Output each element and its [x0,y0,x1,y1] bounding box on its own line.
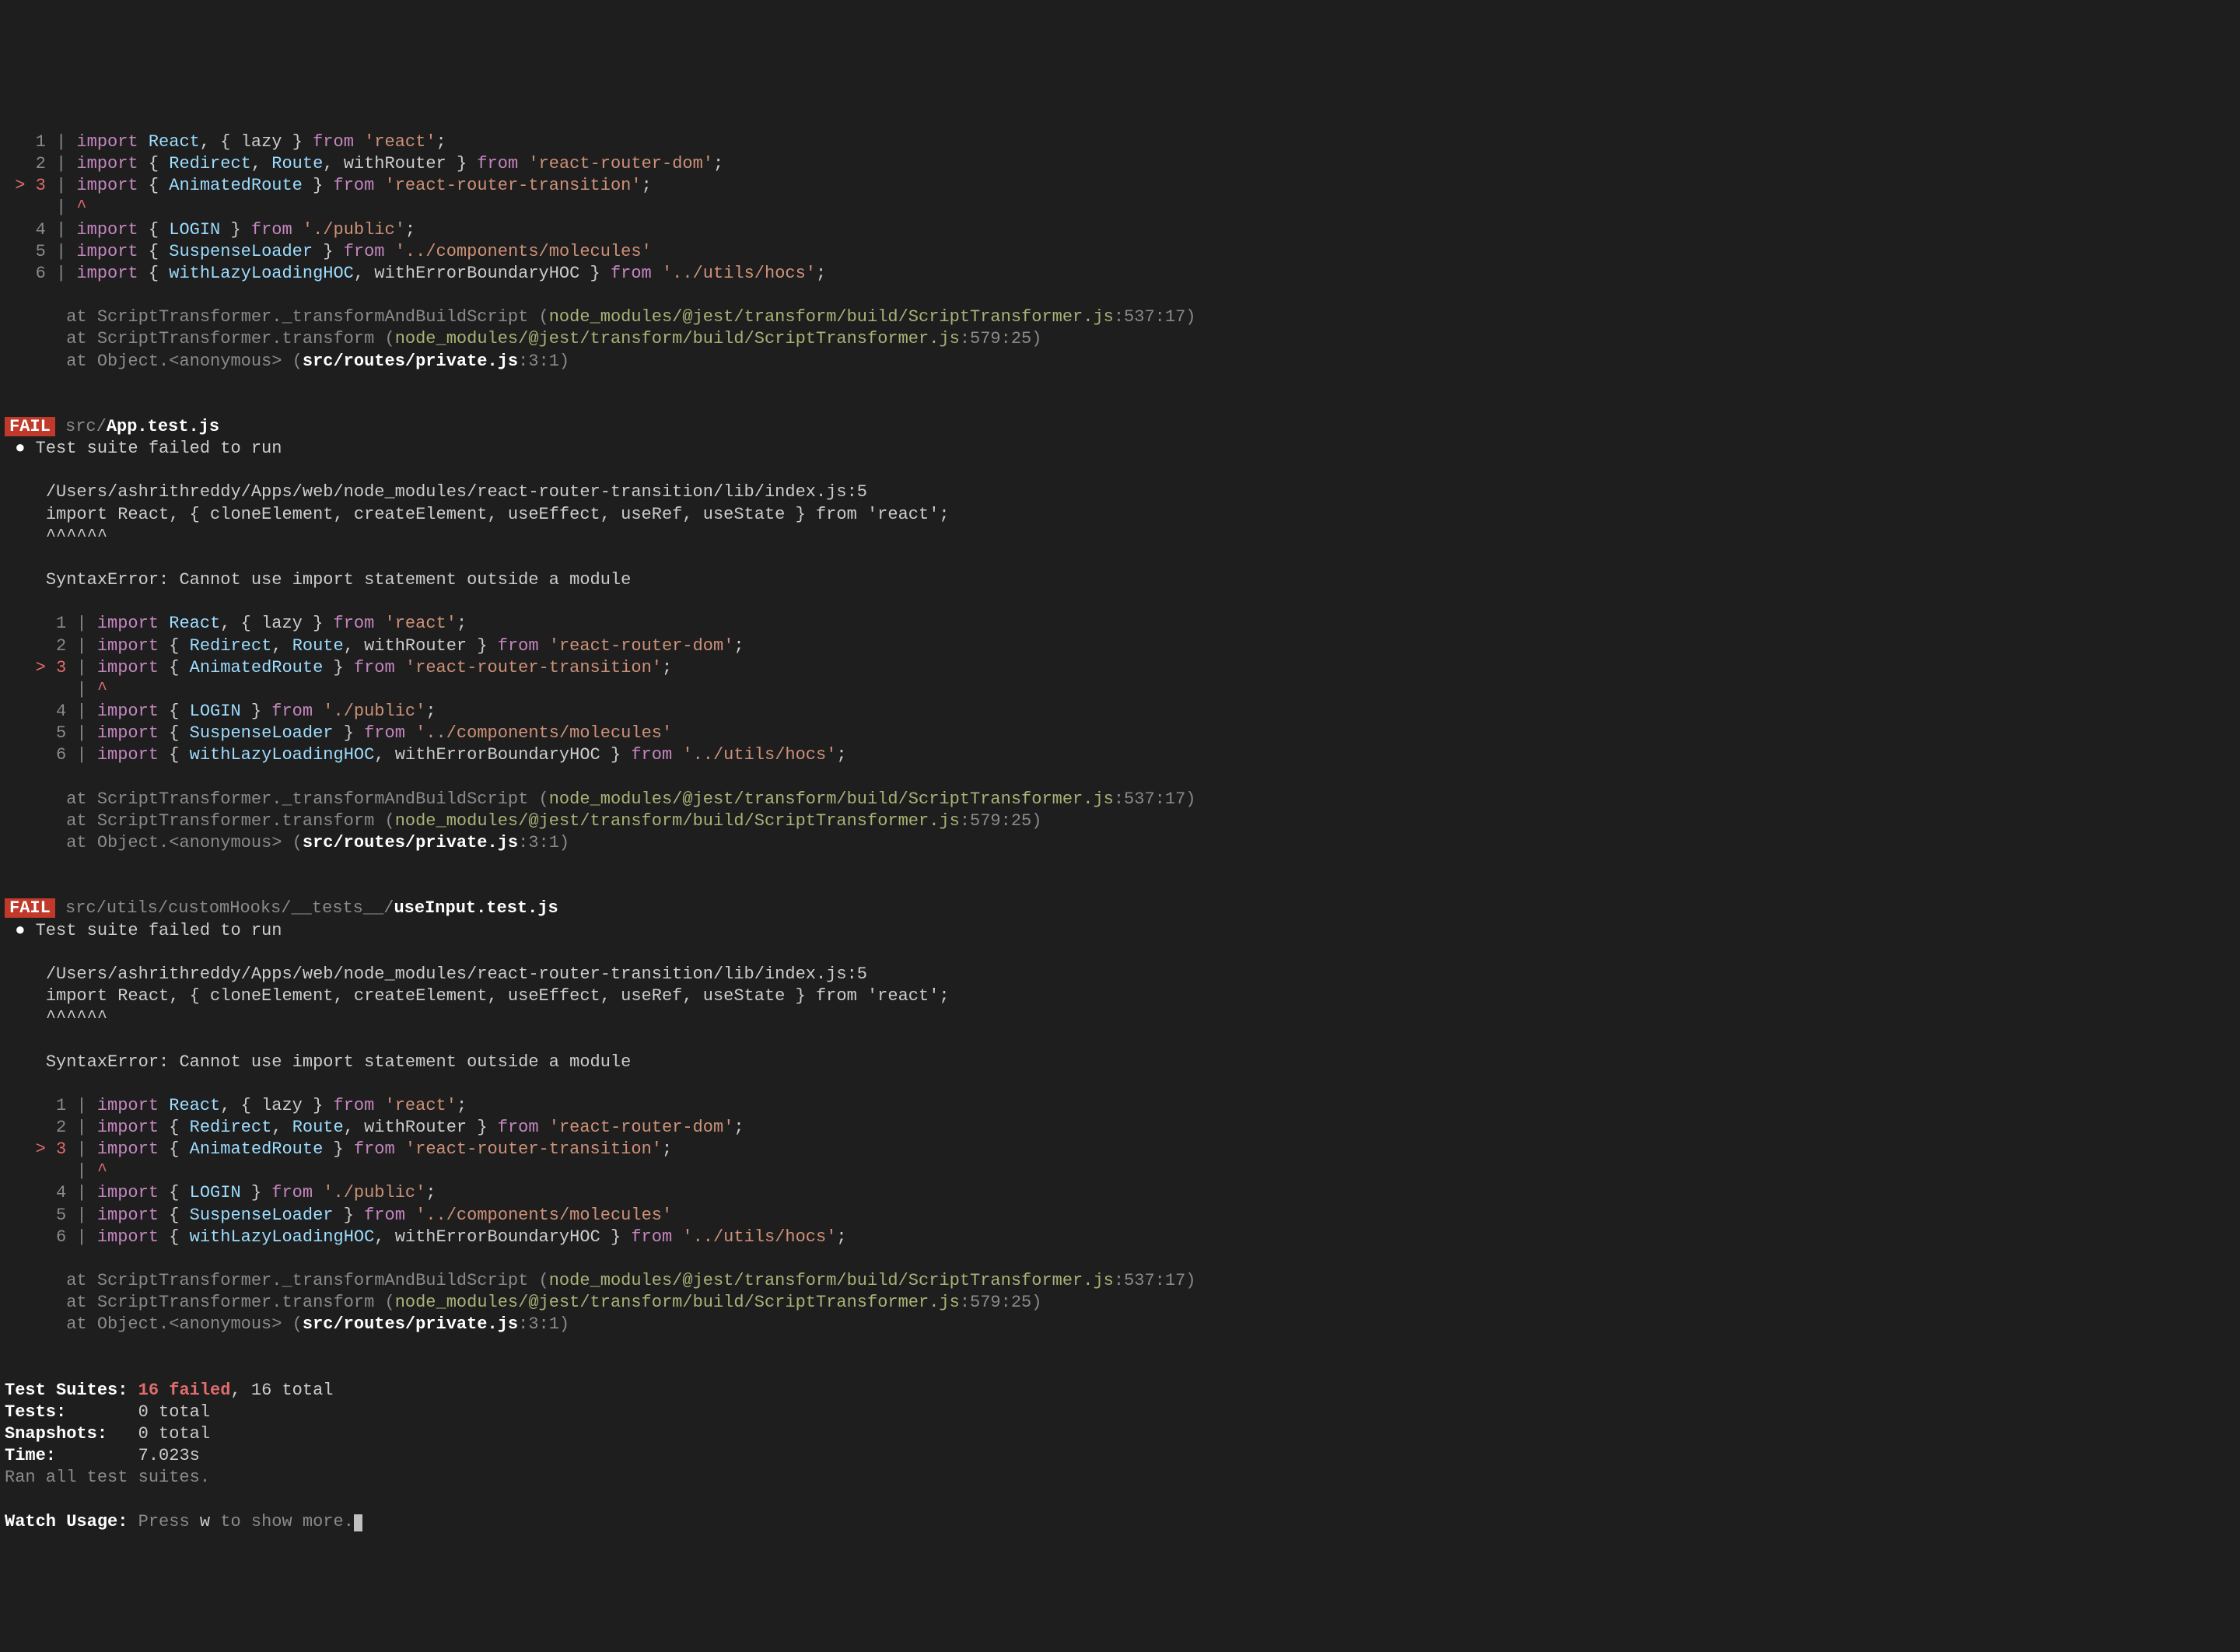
cursor-icon [354,1514,362,1531]
caret-line: | ^ [5,680,107,699]
caret-line: | ^ [5,198,87,217]
stack-line: at Object.<anonymous> (src/routes/privat… [5,833,569,852]
fail-header: FAIL src/utils/customHooks/__tests__/use… [5,898,558,918]
stack-line: at Object.<anonymous> (src/routes/privat… [5,1314,569,1334]
code-line: 5 | import { SuspenseLoader } from '../c… [5,723,672,743]
terminal-output: 1 | import React, { lazy } from 'react';… [5,88,2235,1533]
summary-snapshots: Snapshots: 0 total [5,1424,210,1444]
code-line-error: > 3 | import { AnimatedRoute } from 'rea… [5,176,652,195]
code-line: 1 | import React, { lazy } from 'react'; [5,614,467,633]
watch-usage[interactable]: Watch Usage: Press w to show more. [5,1512,362,1531]
code-line: 5 | import { SuspenseLoader } from '../c… [5,242,652,261]
caret-line: | ^ [5,1161,107,1181]
code-line: 4 | import { LOGIN } from './public'; [5,1183,436,1202]
stack-line: at ScriptTransformer.transform (node_mod… [5,329,1041,348]
error-import: import React, { cloneElement, createElem… [5,986,950,1006]
code-line: 6 | import { withLazyLoadingHOC, withErr… [5,1227,847,1247]
code-line-error: > 3 | import { AnimatedRoute } from 'rea… [5,1139,672,1159]
error-path: /Users/ashrithreddy/Apps/web/node_module… [5,482,867,502]
summary-suites: Test Suites: 16 failed, 16 total [5,1381,334,1400]
stack-line: at Object.<anonymous> (src/routes/privat… [5,352,569,371]
code-line: 6 | import { withLazyLoadingHOC, withErr… [5,745,847,765]
suite-error: ● Test suite failed to run [5,439,282,458]
code-line: 1 | import React, { lazy } from 'react'; [5,132,446,152]
code-line: 2 | import { Redirect, Route, withRouter… [5,1118,744,1137]
code-line: 6 | import { withLazyLoadingHOC, withErr… [5,264,826,283]
code-line: 5 | import { SuspenseLoader } from '../c… [5,1206,672,1225]
summary-tests: Tests: 0 total [5,1402,210,1422]
stack-line: at ScriptTransformer.transform (node_mod… [5,811,1041,831]
code-line: 2 | import { Redirect, Route, withRouter… [5,154,723,173]
summary-time: Time: 7.023s [5,1446,200,1465]
syntax-error: SyntaxError: Cannot use import statement… [5,1052,631,1072]
stack-line: at ScriptTransformer.transform (node_mod… [5,1293,1041,1312]
error-import: import React, { cloneElement, createElem… [5,505,950,524]
fail-badge: FAIL [5,417,55,436]
suite-error: ● Test suite failed to run [5,921,282,940]
fail-header: FAIL src/App.test.js [5,417,219,436]
code-line: 4 | import { LOGIN } from './public'; [5,702,436,721]
stack-line: at ScriptTransformer._transformAndBuildS… [5,1271,1195,1290]
code-line-error: > 3 | import { AnimatedRoute } from 'rea… [5,658,672,677]
error-carets: ^^^^^^ [5,527,107,546]
code-line: 2 | import { Redirect, Route, withRouter… [5,636,744,656]
summary-ran: Ran all test suites. [5,1468,210,1487]
stack-line: at ScriptTransformer._transformAndBuildS… [5,789,1195,809]
code-line: 4 | import { LOGIN } from './public'; [5,220,415,240]
syntax-error: SyntaxError: Cannot use import statement… [5,570,631,590]
code-line: 1 | import React, { lazy } from 'react'; [5,1096,467,1115]
fail-badge: FAIL [5,898,55,918]
error-carets: ^^^^^^ [5,1008,107,1027]
error-path: /Users/ashrithreddy/Apps/web/node_module… [5,964,867,984]
stack-line: at ScriptTransformer._transformAndBuildS… [5,307,1195,327]
